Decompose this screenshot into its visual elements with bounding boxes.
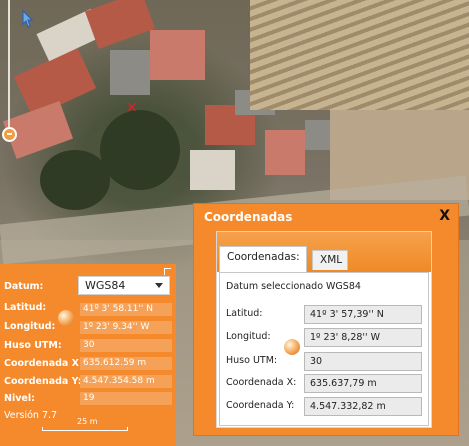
tab-panel: Datum seleccionado WGS84 Latitud: 41º 3'… [219,272,429,426]
latitud-value: 41º 3' 58.11'' N [80,303,172,316]
nivel-value: 19 [80,392,172,405]
datum-select[interactable]: WGS84 [78,276,170,295]
longitud-value: 1º 23' 9.34'' W [80,321,172,334]
datum-info: Datum seleccionado WGS84 [226,281,361,292]
orb-handle-icon[interactable] [58,310,74,326]
huso-label: Huso UTM: [226,355,278,366]
dialog-title: Coordenadas [204,210,293,224]
latitud-label: Latitud: [4,302,47,313]
map-tree [100,110,180,190]
coordenada-y-field[interactable]: 4.547.332,82 m [304,397,422,416]
coordenada-y-label: Coordenada Y: [4,376,82,387]
datum-label: Datum: [4,281,44,292]
coordenadas-dialog: Coordenadas X Coordenadas: XML Datum sel… [193,203,459,436]
dialog-content: Coordenadas: XML Datum seleccionado WGS8… [216,231,432,428]
latitud-field[interactable]: 41º 3' 57,39'' N [304,305,422,324]
longitud-label: Longitud: [4,321,56,332]
datum-select-value: WGS84 [85,279,126,292]
coordenada-x-field[interactable]: 635.637,79 m [304,374,422,393]
coordenada-y-value: 4.547.354.58 m [80,375,172,388]
coordenada-x-label: Coordenada X: [226,377,297,388]
chevron-down-icon[interactable] [155,283,163,288]
zoom-slider-track[interactable] [8,0,10,130]
longitud-label: Longitud: [226,331,271,342]
zoom-slider-handle-icon[interactable] [2,127,17,142]
coordenada-x-label: Coordenada X: [4,358,83,369]
marker-icon: ✕ [126,100,138,116]
close-icon[interactable]: X [439,208,450,224]
coordenada-y-label: Coordenada Y: [226,400,295,411]
map-building [190,150,235,190]
huso-value: 30 [80,339,172,352]
map-building [110,50,150,95]
nivel-label: Nivel: [4,393,35,404]
orb-handle-icon[interactable] [284,339,300,355]
huso-label: Huso UTM: [4,340,62,351]
map-field [250,0,469,110]
map-building [84,0,156,50]
map-tree [40,150,110,210]
version-label: Versión 7.7 [4,410,58,421]
latitud-label: Latitud: [226,308,263,319]
scale-bar [42,427,128,431]
map-building [265,130,305,175]
pointer-icon[interactable] [22,10,34,28]
coordenada-x-value: 635.612.59 m [80,357,172,370]
huso-field[interactable]: 30 [304,352,422,371]
panel-corner-icon [164,268,171,275]
scale-label: 25 m [77,417,98,426]
longitud-field[interactable]: 1º 23' 8,28'' W [304,328,422,347]
tab-coordenadas[interactable]: Coordenadas: [219,246,307,272]
tab-xml[interactable]: XML [312,250,348,270]
map-building [150,30,205,80]
